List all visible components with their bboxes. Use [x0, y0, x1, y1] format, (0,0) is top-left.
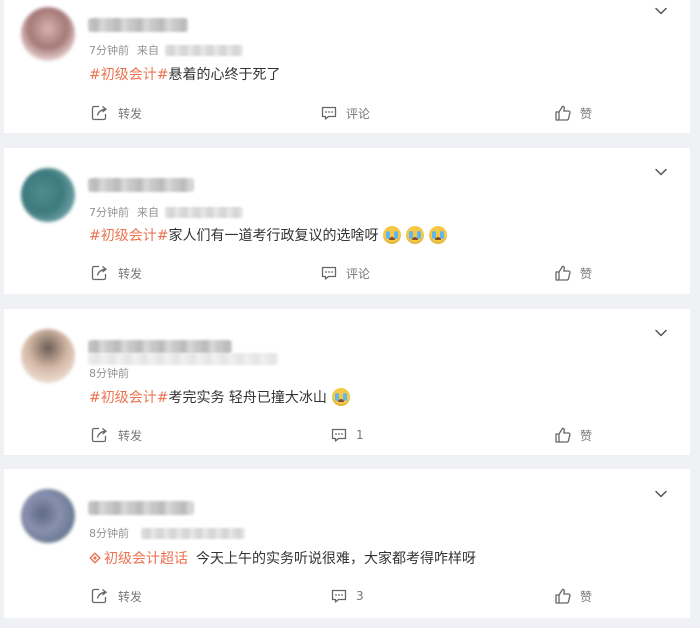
- repost-label: 转发: [118, 589, 143, 604]
- topic-link[interactable]: #初级会计#: [89, 387, 168, 407]
- chevron-down-icon[interactable]: [654, 4, 668, 18]
- crying-emoji: [429, 226, 448, 244]
- comment-count: 1: [356, 428, 364, 442]
- post-card: 8分钟前 #初级会计# 考完实务 轻舟已撞大冰山 转发 1 赞: [4, 309, 690, 455]
- source-label: 来自: [137, 44, 159, 57]
- comment-count: 3: [356, 589, 364, 603]
- post-actions: 转发 1 赞: [4, 426, 690, 446]
- post-content: #初级会计# 悬着的心终于死了: [89, 64, 280, 84]
- chevron-down-icon[interactable]: [654, 487, 668, 501]
- comment-label: 评论: [346, 106, 371, 121]
- comment-button[interactable]: 3: [330, 587, 364, 605]
- post-actions: 转发 评论 赞: [4, 104, 690, 124]
- chevron-down-icon[interactable]: [654, 326, 668, 340]
- blurred-info: [88, 353, 278, 365]
- like-button[interactable]: 赞: [554, 426, 592, 444]
- repost-icon: [91, 105, 108, 121]
- post-card: 8分钟前 初级会计超话 今天上午的实务听说很难，大家都考得咋样呀 转发 3 赞: [4, 469, 690, 618]
- username-blurred[interactable]: [88, 18, 188, 32]
- post-meta: 7分钟前 来自: [89, 204, 243, 220]
- repost-label: 转发: [118, 266, 143, 281]
- like-label: 赞: [580, 106, 593, 121]
- post-card: 7分钟前 来自 #初级会计# 家人们有一道考行政复议的选啥呀 转发 评论 赞: [4, 148, 690, 294]
- post-time[interactable]: 7分钟前: [89, 204, 129, 220]
- source-label: 来自: [137, 206, 159, 219]
- comment-icon: [321, 266, 337, 280]
- source-blurred: [165, 44, 243, 56]
- super-topic-diamond-icon: [89, 552, 101, 564]
- like-label: 赞: [580, 589, 593, 604]
- crying-emoji: [383, 226, 402, 244]
- like-button[interactable]: 赞: [554, 587, 592, 605]
- repost-icon: [91, 588, 108, 604]
- repost-button[interactable]: 转发: [91, 104, 142, 122]
- username-blurred[interactable]: [88, 178, 194, 192]
- comment-icon: [331, 589, 347, 603]
- avatar[interactable]: [21, 168, 75, 222]
- comment-button[interactable]: 1: [330, 426, 364, 444]
- comment-icon: [321, 106, 337, 120]
- post-content: 初级会计超话 今天上午的实务听说很难，大家都考得咋样呀: [89, 548, 476, 568]
- crying-emoji: [331, 388, 350, 406]
- post-time[interactable]: 7分钟前: [89, 42, 129, 58]
- post-text: 悬着的心终于死了: [168, 67, 281, 83]
- repost-icon: [91, 427, 108, 443]
- post-content: #初级会计# 家人们有一道考行政复议的选啥呀: [89, 225, 448, 245]
- post-time[interactable]: 8分钟前: [89, 525, 129, 541]
- post-content: #初级会计# 考完实务 轻舟已撞大冰山: [89, 387, 350, 407]
- source-blurred: [141, 527, 245, 539]
- thumbs-up-icon: [555, 427, 571, 443]
- weibo-feed: 7分钟前 来自 #初级会计# 悬着的心终于死了 转发 评论 赞 7分钟前 来自 …: [0, 0, 700, 628]
- comment-button[interactable]: 评论: [320, 264, 370, 282]
- comment-icon: [331, 428, 347, 442]
- username-blurred[interactable]: [88, 340, 232, 354]
- like-label: 赞: [580, 428, 593, 443]
- post-meta: 7分钟前 来自: [89, 42, 243, 58]
- thumbs-up-icon: [555, 265, 571, 281]
- avatar[interactable]: [21, 329, 75, 383]
- thumbs-up-icon: [555, 588, 571, 604]
- post-time[interactable]: 8分钟前: [89, 365, 129, 381]
- like-label: 赞: [580, 266, 593, 281]
- avatar[interactable]: [21, 489, 75, 543]
- repost-label: 转发: [118, 106, 143, 121]
- repost-icon: [91, 265, 108, 281]
- like-button[interactable]: 赞: [554, 264, 592, 282]
- comment-button[interactable]: 评论: [320, 104, 370, 122]
- source-blurred: [165, 206, 243, 218]
- repost-button[interactable]: 转发: [91, 264, 142, 282]
- super-topic-label: 初级会计超话: [104, 551, 188, 567]
- chevron-down-icon[interactable]: [654, 165, 668, 179]
- repost-button[interactable]: 转发: [91, 587, 142, 605]
- thumbs-up-icon: [555, 105, 571, 121]
- crying-emoji: [406, 226, 425, 244]
- repost-label: 转发: [118, 428, 143, 443]
- avatar[interactable]: [21, 7, 75, 61]
- super-topic-link[interactable]: 初级会计超话: [89, 548, 188, 568]
- post-actions: 转发 3 赞: [4, 587, 690, 607]
- topic-link[interactable]: #初级会计#: [89, 225, 168, 245]
- comment-label: 评论: [346, 266, 371, 281]
- username-blurred[interactable]: [88, 501, 194, 515]
- post-card: 7分钟前 来自 #初级会计# 悬着的心终于死了 转发 评论 赞: [4, 0, 690, 133]
- post-meta: 8分钟前: [89, 525, 245, 541]
- like-button[interactable]: 赞: [554, 104, 592, 122]
- repost-button[interactable]: 转发: [91, 426, 142, 444]
- post-text: 考完实务 轻舟已撞大冰山: [168, 390, 327, 406]
- post-meta: 8分钟前: [89, 365, 129, 381]
- post-text: 今天上午的实务听说很难，大家都考得咋样呀: [196, 551, 476, 567]
- topic-link[interactable]: #初级会计#: [89, 64, 168, 84]
- post-actions: 转发 评论 赞: [4, 264, 690, 284]
- post-text: 家人们有一道考行政复议的选啥呀: [168, 228, 379, 244]
